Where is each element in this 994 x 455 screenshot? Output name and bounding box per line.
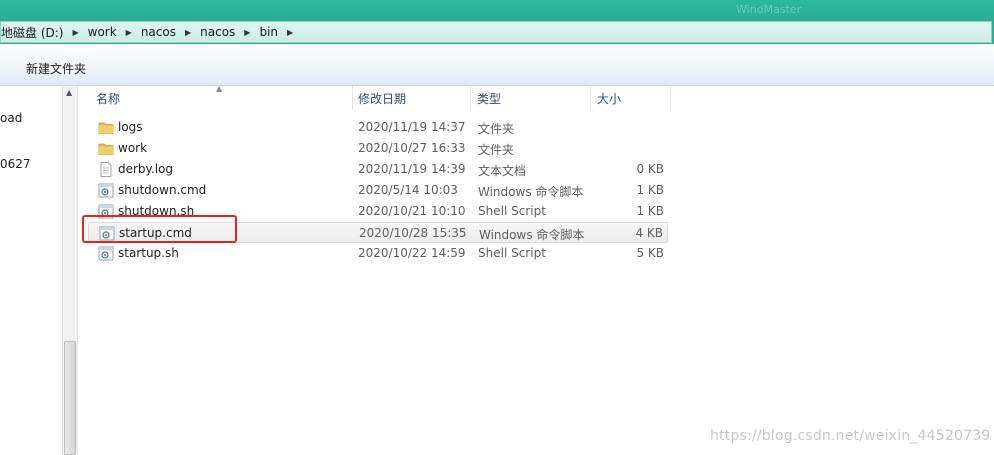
chevron-right-icon[interactable]: ▶ [123, 28, 135, 37]
file-row-logs[interactable]: logs 2020/11/19 14:37 文件夹 [88, 117, 668, 138]
chevron-right-icon[interactable]: ▶ [182, 28, 194, 37]
file-type: 文本文档 [478, 164, 527, 178]
file-row-shutdown-cmd[interactable]: shutdown.cmd 2020/5/14 10:03 Windows 命令脚… [88, 180, 668, 201]
file-type: Windows 命令脚本 [478, 185, 584, 199]
file-date: 2020/11/19 14:39 [358, 162, 466, 176]
file-date: 2020/5/14 10:03 [358, 183, 458, 197]
breadcrumb-label: bin [259, 25, 279, 39]
file-date: 2020/11/19 14:37 [358, 120, 466, 134]
file-date: 2020/10/27 16:33 [358, 141, 466, 155]
address-bar: 地磁盘 (D:) ▶ work ▶ nacos ▶ nacos ▶ bin ▶ [0, 20, 994, 44]
file-name: work [118, 141, 148, 155]
file-name: startup.cmd [119, 226, 192, 240]
scroll-up-arrow-icon[interactable]: ▲ [66, 88, 72, 97]
file-date: 2020/10/28 15:35 [359, 226, 467, 240]
command-toolbar: 新建文件夹 [0, 44, 994, 86]
chevron-right-icon[interactable]: ▶ [241, 28, 253, 37]
file-type: Windows 命令脚本 [479, 228, 585, 242]
breadcrumb[interactable]: 地磁盘 (D:) ▶ work ▶ nacos ▶ nacos ▶ bin ▶ [0, 21, 992, 43]
breadcrumb-item-nacos-inner[interactable]: nacos ▶ [194, 25, 253, 39]
column-header-type[interactable]: 类型 [471, 86, 591, 110]
file-size: 5 KB [636, 246, 664, 260]
file-name: startup.sh [118, 246, 179, 260]
file-name: logs [118, 120, 143, 134]
breadcrumb-label: nacos [200, 25, 236, 39]
breadcrumb-label: 地磁盘 (D:) [1, 25, 64, 40]
chevron-right-icon[interactable]: ▶ [284, 28, 296, 37]
window-title: WindMaster [736, 3, 802, 16]
file-row-work[interactable]: work 2020/10/27 16:33 文件夹 [88, 138, 668, 159]
chevron-right-icon[interactable]: ▶ [69, 28, 81, 37]
breadcrumb-item-bin[interactable]: bin ▶ [253, 25, 296, 39]
script-file-icon [98, 204, 114, 219]
text-file-icon [100, 162, 112, 177]
script-file-icon [98, 183, 114, 198]
column-header-name-label: 名称 [96, 92, 121, 106]
column-header-row: ▲ 名称 修改日期 类型 大小 [78, 84, 994, 110]
file-list: logs 2020/11/19 14:37 文件夹 work 2020/10/2… [88, 117, 668, 264]
navigation-pane: oad 0627 ▲ [0, 86, 78, 455]
window-title-bar: WindMaster [0, 0, 994, 20]
breadcrumb-item-work[interactable]: work ▶ [82, 25, 135, 39]
file-name: shutdown.sh [118, 204, 195, 218]
file-size: 4 KB [635, 226, 663, 240]
breadcrumb-item-drive[interactable]: 地磁盘 (D:) ▶ [1, 24, 82, 41]
scrollbar-thumb[interactable] [64, 341, 76, 455]
file-row-derby-log[interactable]: derby.log 2020/11/19 14:39 文本文档 0 KB [88, 159, 668, 180]
sort-ascending-icon: ▲ [216, 84, 223, 93]
file-type: Shell Script [478, 204, 546, 218]
file-date: 2020/10/22 14:59 [358, 246, 466, 260]
file-name: derby.log [118, 162, 174, 176]
file-date: 2020/10/21 10:10 [358, 204, 466, 218]
script-file-icon [98, 246, 114, 261]
folder-icon [98, 143, 114, 155]
file-name: shutdown.cmd [118, 183, 207, 197]
file-type: Shell Script [478, 246, 546, 260]
new-folder-button[interactable]: 新建文件夹 [20, 58, 92, 79]
file-size: 0 KB [636, 162, 664, 176]
file-size: 1 KB [636, 204, 664, 218]
column-header-name[interactable]: ▲ 名称 [78, 84, 353, 110]
file-row-startup-sh[interactable]: startup.sh 2020/10/22 14:59 Shell Script… [88, 243, 668, 264]
nav-item-download[interactable]: oad [0, 111, 22, 125]
breadcrumb-item-nacos[interactable]: nacos ▶ [135, 25, 194, 39]
column-header-date[interactable]: 修改日期 [353, 86, 471, 110]
file-row-shutdown-sh[interactable]: shutdown.sh 2020/10/21 10:10 Shell Scrip… [88, 201, 668, 222]
folder-icon [98, 122, 114, 134]
file-row-startup-cmd[interactable]: startup.cmd 2020/10/28 15:35 Windows 命令脚… [88, 222, 668, 243]
column-header-size[interactable]: 大小 [591, 86, 671, 110]
file-type: 文件夹 [478, 143, 515, 157]
breadcrumb-label: work [87, 25, 117, 39]
file-size: 1 KB [636, 183, 664, 197]
watermark: https://blog.csdn.net/weixin_44520739 [710, 428, 991, 444]
file-type: 文件夹 [478, 122, 515, 136]
nav-scrollbar[interactable]: ▲ [62, 86, 77, 455]
nav-item-folder[interactable]: 0627 [0, 157, 31, 171]
script-file-icon [99, 226, 115, 241]
breadcrumb-label: nacos [140, 25, 176, 39]
